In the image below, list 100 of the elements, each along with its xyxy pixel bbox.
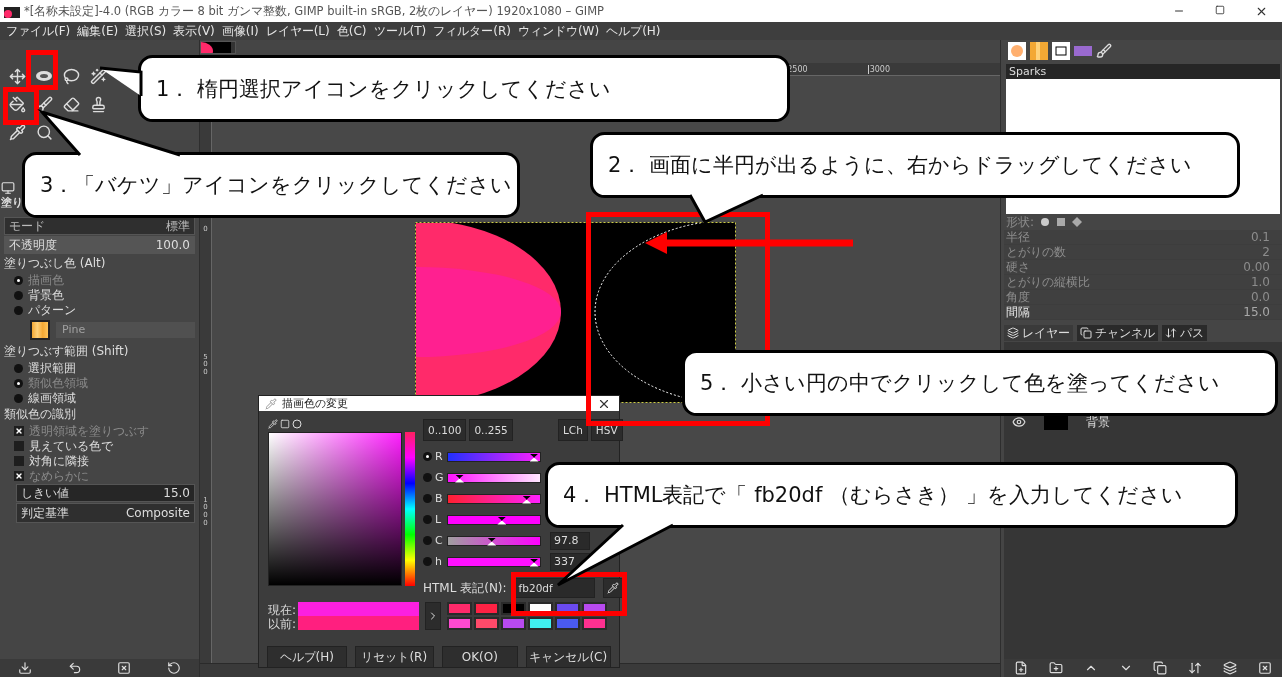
radio-button[interactable] (14, 305, 23, 315)
reset-icon[interactable] (167, 661, 182, 675)
menu-item[interactable]: 色(C) (336, 22, 367, 40)
dialog-button[interactable]: OK(O) (442, 646, 518, 668)
wand-icon[interactable] (89, 67, 107, 85)
picker-button[interactable] (602, 578, 623, 598)
threshold-field[interactable]: しきい値 15.0 (16, 484, 195, 502)
ellipse-icon[interactable] (35, 70, 53, 82)
parameter-field[interactable]: 間隔 15.0 (1004, 305, 1282, 320)
checkbox[interactable] (14, 456, 24, 466)
menu-item[interactable]: 画像(I) (221, 22, 259, 40)
radio-button[interactable] (423, 494, 432, 503)
eye-icon[interactable] (1012, 415, 1026, 429)
pattern-swatch[interactable] (30, 320, 50, 340)
new-layer-icon[interactable] (1014, 661, 1029, 675)
lasso-icon[interactable] (62, 67, 80, 85)
delete-icon[interactable] (1257, 661, 1272, 675)
slider-thumb[interactable] (522, 495, 532, 504)
menu-item[interactable]: ウィンドウ(W) (517, 22, 600, 40)
history-button[interactable] (425, 602, 441, 630)
search-icon[interactable] (35, 123, 53, 141)
dialog-button[interactable]: ヘルプ(H) (267, 646, 347, 668)
opacity-field[interactable]: 不透明度 100.0 (4, 236, 195, 254)
undo-icon[interactable] (67, 661, 82, 675)
dialog-button[interactable]: キャンセル(C) (525, 646, 611, 668)
slider[interactable] (447, 472, 541, 483)
maximize-icon[interactable] (1215, 4, 1225, 15)
highlight-frame (26, 50, 58, 90)
radio-button[interactable] (14, 290, 23, 300)
radio-button[interactable] (423, 536, 432, 545)
new-group-icon[interactable] (1049, 661, 1064, 675)
eraser-icon[interactable] (62, 95, 80, 113)
hex-field[interactable]: fb20df (514, 578, 595, 598)
radio-button[interactable] (14, 378, 23, 388)
selector-icon[interactable] (268, 419, 278, 429)
checkbox[interactable] (14, 426, 24, 436)
slider[interactable] (447, 451, 541, 462)
menu-item[interactable]: フィルター(R) (433, 22, 511, 40)
panel-tab[interactable]: パス (1162, 325, 1207, 341)
save-icon[interactable] (17, 661, 32, 675)
dialog-button[interactable]: リセット(R) (354, 646, 434, 668)
history-swatch[interactable] (474, 602, 499, 615)
panel-tab[interactable]: 塗り (1, 196, 23, 210)
value-field[interactable]: 97.8 (550, 531, 590, 550)
circle-icon[interactable] (1040, 217, 1051, 227)
slider[interactable] (447, 493, 541, 504)
history-swatch[interactable] (474, 617, 499, 630)
menu-item[interactable]: ヘルプ(H) (606, 22, 661, 40)
duplicate-icon[interactable] (1153, 661, 1168, 675)
menu-item[interactable]: ツール(T) (373, 22, 427, 40)
option-label: 対角に隣接 (29, 452, 89, 470)
move-icon[interactable] (8, 67, 26, 85)
color-square[interactable] (268, 432, 402, 586)
range-button[interactable]: 0..255 (469, 419, 513, 441)
radio-button[interactable] (14, 275, 23, 285)
pipette-icon[interactable] (8, 123, 26, 141)
range-button[interactable]: 0..100 (423, 419, 467, 441)
hue-strip[interactable] (405, 432, 415, 586)
stamp-icon[interactable] (89, 95, 107, 113)
option-label: 見えている色で (29, 437, 113, 455)
menu-item[interactable]: 選択(S) (125, 22, 167, 40)
radio-button[interactable] (14, 393, 23, 403)
menu-item[interactable]: ファイル(F) (6, 22, 71, 40)
history-swatch[interactable] (447, 602, 472, 615)
radio-button[interactable] (423, 452, 432, 461)
history-swatch[interactable] (501, 617, 526, 630)
history-swatch[interactable] (582, 617, 607, 630)
menu-item[interactable]: レイヤー(L) (265, 22, 330, 40)
square-icon[interactable] (1056, 217, 1067, 227)
diamond-icon[interactable] (1072, 217, 1083, 227)
image-tab[interactable] (200, 41, 236, 54)
font-tab-icon[interactable] (1052, 42, 1070, 60)
menu-item[interactable]: 編集(E) (77, 22, 119, 40)
radio-button[interactable] (14, 363, 23, 373)
radio-button[interactable] (423, 515, 432, 524)
tool-options-icon[interactable] (1, 181, 15, 195)
radio-button[interactable] (423, 473, 432, 482)
panel-tab[interactable]: レイヤー (1004, 325, 1073, 341)
slider-thumb[interactable] (487, 537, 497, 546)
slider-thumb[interactable] (497, 516, 507, 525)
history-swatch[interactable] (447, 617, 472, 630)
slider[interactable] (447, 535, 541, 546)
checkbox[interactable] (14, 441, 24, 451)
criterion-dropdown[interactable]: 判定基準 Composite (16, 503, 195, 523)
checkbox[interactable] (14, 471, 24, 481)
history-swatch[interactable] (555, 617, 580, 630)
slider[interactable] (447, 514, 541, 525)
slider-thumb[interactable] (455, 474, 465, 483)
slider[interactable] (447, 556, 541, 567)
model-button[interactable]: LCh (558, 419, 588, 441)
slider-thumb[interactable] (529, 453, 539, 462)
bucket-icon[interactable] (8, 95, 26, 113)
menu-item[interactable]: 表示(V) (173, 22, 215, 40)
history-swatch[interactable] (528, 617, 553, 630)
mode-dropdown[interactable]: モード 標準 (4, 217, 195, 235)
panel-tab[interactable]: チャンネル (1077, 325, 1158, 341)
radio-button[interactable] (423, 557, 432, 566)
delete-icon[interactable] (117, 661, 132, 675)
slider-thumb[interactable] (529, 558, 539, 567)
brush-icon[interactable] (1096, 43, 1112, 59)
